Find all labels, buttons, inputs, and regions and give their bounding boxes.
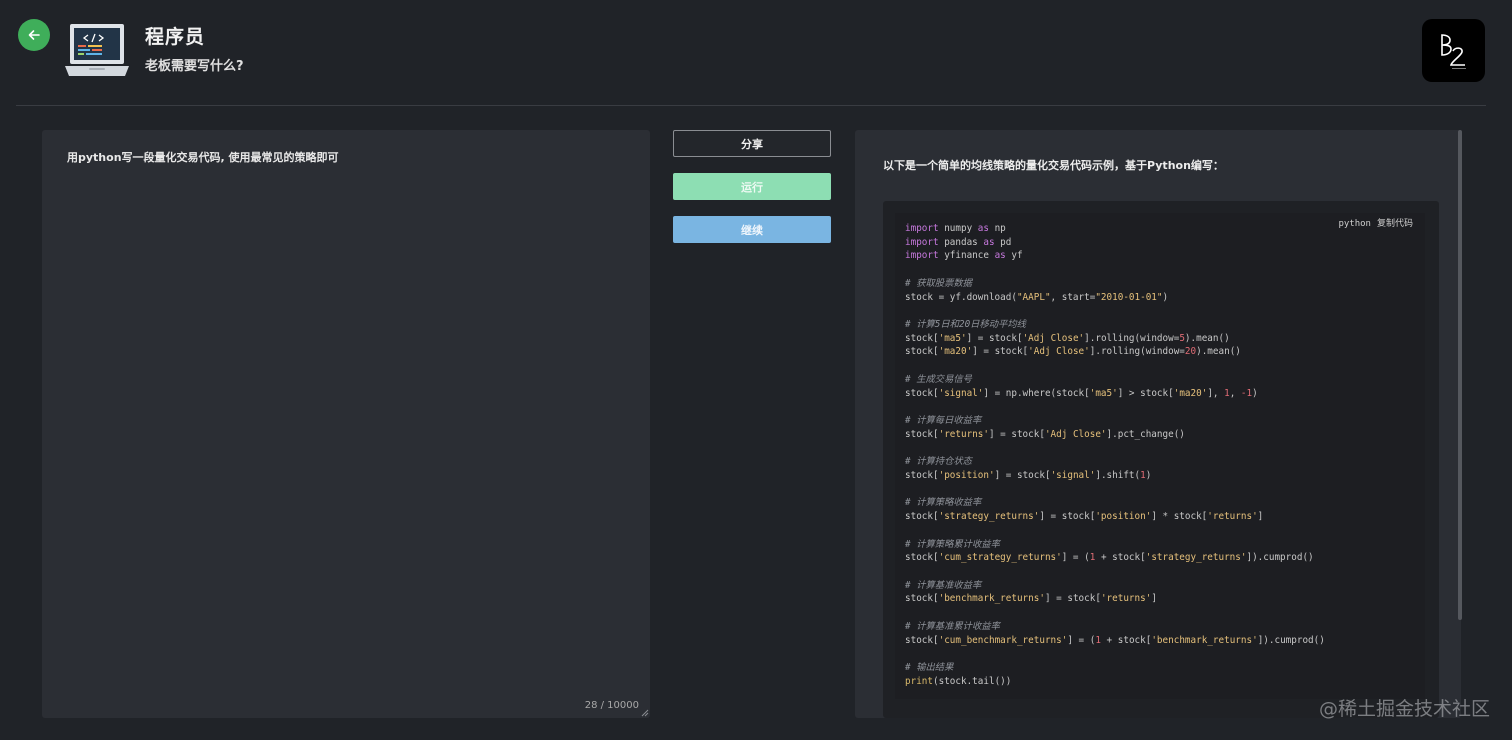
page-title: 程序员 (145, 26, 206, 48)
output-intro-text: 以下是一个简单的均线策略的量化交易代码示例，基于Python编写： (883, 159, 1224, 172)
brand-logo-icon (1440, 33, 1466, 69)
code-line: print(stock.tail()) (905, 675, 1012, 687)
code-line: # 计算5日和20日移动平均线 (905, 319, 1026, 331)
code-header: python 复制代码 (1338, 216, 1413, 229)
code-line: # 计算基准累计收益率 (905, 620, 1000, 632)
laptop-code-icon (65, 24, 129, 76)
code-line: stock['cum_benchmark_returns'] = (1 + st… (905, 634, 1325, 646)
code-line: # 获取股票数据 (905, 277, 972, 289)
char-counter: 28 / 10000 (584, 700, 639, 711)
code-line: # 生成交易信号 (905, 373, 972, 385)
code-line: stock['benchmark_returns'] = stock['retu… (905, 593, 1157, 605)
watermark: @稀土掘金技术社区 (1318, 698, 1490, 720)
copy-code-button[interactable]: 复制代码 (1377, 219, 1413, 229)
header-divider (16, 105, 1486, 106)
output-scrollbar[interactable] (1458, 130, 1462, 620)
code-content: import numpy as np import pandas as pd i… (905, 222, 1325, 688)
code-line: stock['signal'] = np.where(stock['ma5'] … (905, 387, 1258, 399)
code-line: # 计算策略累计收益率 (905, 538, 1000, 550)
code-line: # 输出结果 (905, 662, 954, 673)
code-line: stock['position'] = stock['signal'].shif… (905, 469, 1152, 481)
arrow-left-icon (28, 30, 40, 40)
code-line: # 计算每日收益率 (905, 415, 982, 427)
code-line: import pandas as pd (905, 236, 1012, 248)
code-block-body: python 复制代码 import numpy as np import pan… (895, 213, 1425, 699)
code-line: # 计算基准收益率 (905, 579, 982, 591)
code-line: # 计算持仓状态 (905, 456, 972, 468)
code-line: import yfinance as yf (905, 250, 1023, 262)
output-panel: 以下是一个简单的均线策略的量化交易代码示例，基于Python编写： python… (855, 130, 1461, 718)
code-line: stock['cum_strategy_returns'] = (1 + sto… (905, 552, 1314, 564)
page-subtitle: 老板需要写什么? (145, 59, 244, 74)
continue-button[interactable]: 继续 (673, 216, 831, 243)
code-line: stock['ma20'] = stock['Adj Close'].rolli… (905, 346, 1241, 358)
code-language-label: python (1338, 219, 1371, 229)
share-button[interactable]: 分享 (673, 130, 831, 157)
code-line: # 计算策略收益率 (905, 497, 982, 509)
run-button[interactable]: 运行 (673, 173, 831, 200)
prompt-text: 用python写一段量化交易代码, 使用最常见的策略即可 (67, 151, 339, 164)
code-line: stock['ma5'] = stock['Adj Close'].rollin… (905, 332, 1230, 344)
back-button[interactable] (18, 19, 50, 51)
code-line: import numpy as np (905, 223, 1006, 234)
code-line: stock['strategy_returns'] = stock['posit… (905, 511, 1264, 523)
resize-handle-icon[interactable] (641, 709, 649, 717)
code-line: stock['returns'] = stock['Adj Close'].pc… (905, 428, 1185, 440)
code-line: stock = yf.download("AAPL", start="2010-… (905, 291, 1169, 303)
code-block: python 复制代码 import numpy as np import pan… (883, 201, 1439, 718)
prompt-textarea[interactable]: 用python写一段量化交易代码, 使用最常见的策略即可 28 / 10000 (42, 130, 650, 718)
brand-logo (1422, 19, 1485, 82)
